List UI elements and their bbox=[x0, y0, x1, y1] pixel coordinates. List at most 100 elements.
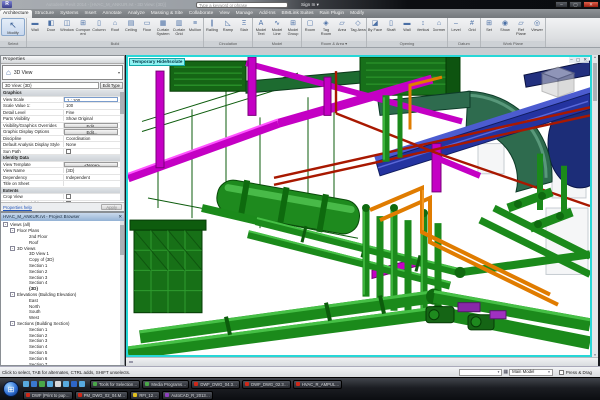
design-option-combo[interactable]: Main Model▾ bbox=[509, 369, 553, 376]
tree-expand-icon[interactable] bbox=[22, 356, 27, 361]
taskbar-button[interactable]: DWF_DWG_04.3… bbox=[191, 380, 240, 389]
ribbon-tab[interactable]: Architecture bbox=[0, 10, 32, 18]
property-value[interactable]: {3D} bbox=[64, 168, 124, 173]
ribbon-button[interactable]: ▱ Area bbox=[334, 18, 350, 32]
viewport-scrollbar[interactable]: ▴▾ bbox=[592, 55, 598, 357]
ribbon-button[interactable]: ◫ Window bbox=[59, 18, 75, 32]
ribbon-button[interactable]: ↕ Vertical bbox=[415, 18, 431, 32]
ribbon-button[interactable]: # Grid bbox=[464, 18, 480, 32]
ribbon-button[interactable]: ◪ By Face bbox=[367, 18, 383, 32]
search-input[interactable]: Type a keyword or phrase bbox=[196, 2, 288, 8]
ribbon-tab[interactable]: Analyze bbox=[125, 10, 148, 18]
taskbar-button[interactable]: Media Programs… bbox=[142, 380, 189, 389]
ribbon-button[interactable]: ◉ Show bbox=[497, 18, 513, 32]
ribbon-button[interactable]: ≡ Mullion bbox=[187, 18, 203, 32]
quick-launch-icon[interactable] bbox=[31, 381, 37, 387]
properties-title[interactable]: Properties bbox=[1, 56, 124, 64]
ribbon-button[interactable]: ↖ Modify bbox=[1, 18, 25, 36]
press-drag-checkbox[interactable] bbox=[559, 370, 564, 375]
project-browser-close-icon[interactable]: ✕ bbox=[118, 213, 122, 221]
ribbon-button[interactable]: ▯ Column bbox=[91, 18, 107, 32]
type-selector[interactable]: ⌂ 3D View ▾ bbox=[2, 65, 123, 80]
property-value[interactable]: None bbox=[64, 142, 124, 147]
minimize-button[interactable]: – bbox=[555, 1, 568, 8]
property-value[interactable] bbox=[66, 194, 71, 199]
tree-expand-icon[interactable] bbox=[22, 280, 27, 285]
tree-expand-icon[interactable] bbox=[22, 275, 27, 280]
ribbon-button[interactable]: ▤ Ceiling bbox=[123, 18, 139, 32]
tree-expand-icon[interactable] bbox=[22, 338, 27, 343]
properties-help-link[interactable]: Properties help bbox=[3, 205, 32, 210]
taskbar-button[interactable]: DWF_DWG_02.3… bbox=[242, 380, 291, 389]
taskbar-button[interactable]: Tools for Selection… bbox=[90, 380, 140, 389]
ribbon-button[interactable]: ▭ Floor bbox=[139, 18, 155, 32]
ribbon-button[interactable]: ⊞ Model Group bbox=[285, 18, 301, 36]
ribbon-button[interactable]: ▦ Curtain System bbox=[155, 18, 171, 36]
tree-expand-icon[interactable] bbox=[22, 286, 27, 291]
tree-expand-icon[interactable]: - bbox=[10, 321, 15, 326]
ribbon-tab[interactable]: Systems bbox=[57, 10, 81, 18]
workset-icon[interactable]: ▦ bbox=[503, 369, 508, 375]
ribbon-tab[interactable]: Structure bbox=[32, 10, 57, 18]
quick-launch-icon[interactable] bbox=[71, 381, 77, 387]
ribbon-button[interactable]: ∿ Model Line bbox=[269, 18, 285, 36]
quick-launch-icon[interactable] bbox=[47, 381, 53, 387]
tree-expand-icon[interactable]: - bbox=[10, 246, 15, 251]
tree-expand-icon[interactable] bbox=[22, 309, 27, 314]
quick-launch-icon[interactable] bbox=[63, 381, 69, 387]
property-value[interactable] bbox=[66, 149, 71, 154]
ribbon-button[interactable]: Ξ Stair bbox=[236, 18, 252, 32]
taskbar-button[interactable]: HVAC_R_AMPUL… bbox=[293, 380, 343, 389]
tree-expand-icon[interactable] bbox=[22, 304, 27, 309]
browser-scrollbar[interactable] bbox=[120, 221, 124, 365]
property-value[interactable]: Edit... bbox=[64, 129, 118, 135]
ribbon-button[interactable]: ◈ Tag Room bbox=[318, 18, 334, 36]
ribbon-tab[interactable]: Rain Plugin bbox=[317, 10, 348, 18]
ribbon-tab[interactable]: Manage bbox=[233, 10, 256, 18]
tree-expand-icon[interactable] bbox=[22, 327, 27, 332]
taskbar-button[interactable]: AutoCAD_R_2013… bbox=[162, 391, 213, 400]
property-value[interactable]: Edit... bbox=[64, 123, 118, 129]
ribbon-button[interactable]: ◎ Viewer bbox=[529, 18, 545, 32]
taskbar-button[interactable]: PM_DWG_02_04.M… bbox=[75, 391, 129, 400]
taskbar-button[interactable]: RFI_12… bbox=[130, 391, 160, 400]
tree-expand-icon[interactable] bbox=[22, 350, 27, 355]
view-cube[interactable] bbox=[542, 67, 574, 97]
ribbon-tab[interactable]: View bbox=[216, 10, 232, 18]
ribbon-button[interactable]: ▬ Wall bbox=[27, 18, 43, 32]
ribbon-button[interactable]: ◧ Door bbox=[43, 18, 59, 32]
tree-expand-icon[interactable] bbox=[22, 257, 27, 262]
ribbon-button[interactable]: ▬ Wall bbox=[399, 18, 415, 32]
ribbon-button[interactable]: ⌂ Dormer bbox=[431, 18, 447, 32]
edit-type-button[interactable]: Edit Type bbox=[100, 82, 123, 89]
view-control-icon[interactable] bbox=[129, 361, 133, 363]
ribbon-button[interactable]: ▯ Shaft bbox=[383, 18, 399, 32]
close-button[interactable]: ✕ bbox=[583, 1, 599, 8]
tree-expand-icon[interactable]: - bbox=[3, 222, 8, 227]
ribbon-button[interactable]: A Model Text bbox=[253, 18, 269, 36]
tree-expand-icon[interactable] bbox=[22, 263, 27, 268]
app-menu-button[interactable]: R bbox=[2, 1, 12, 8]
property-value[interactable]: <None> bbox=[64, 162, 118, 168]
ribbon-button[interactable]: ▱ Ref Plane bbox=[513, 18, 529, 36]
quick-launch-icon[interactable] bbox=[39, 381, 45, 387]
ribbon-tab[interactable]: BIMLink Suites bbox=[279, 10, 317, 18]
element-filter-combo[interactable]: 3D View: {3D} bbox=[2, 82, 99, 89]
drawing-area-3d-view[interactable]: Temporary Hide/Isolate – ▢ ✕ bbox=[126, 55, 592, 357]
workset-combo[interactable]: ▾ bbox=[459, 369, 503, 376]
ribbon-button[interactable]: ⌂ Roof bbox=[107, 18, 123, 32]
ribbon-tab[interactable]: Insert bbox=[81, 10, 99, 18]
ribbon-button[interactable]: ◇ Tag Area bbox=[350, 18, 366, 32]
property-value[interactable]: Fine bbox=[64, 110, 124, 115]
ribbon-button[interactable]: ◺ Ramp bbox=[220, 18, 236, 32]
ribbon-tab[interactable]: Collaborate bbox=[186, 10, 217, 18]
tree-expand-icon[interactable]: - bbox=[10, 228, 15, 233]
tree-expand-icon[interactable] bbox=[22, 251, 27, 256]
quick-launch-icon[interactable] bbox=[55, 381, 61, 387]
ribbon-button[interactable]: ▥ Curtain Grid bbox=[171, 18, 187, 36]
tree-expand-icon[interactable]: - bbox=[10, 292, 15, 297]
tree-expand-icon[interactable] bbox=[22, 333, 27, 338]
property-value[interactable]: 1 : 100 bbox=[64, 97, 118, 103]
ribbon-button[interactable]: ⊞ Set bbox=[481, 18, 497, 32]
sign-in-button[interactable]: Sign In ▾ bbox=[301, 2, 319, 8]
